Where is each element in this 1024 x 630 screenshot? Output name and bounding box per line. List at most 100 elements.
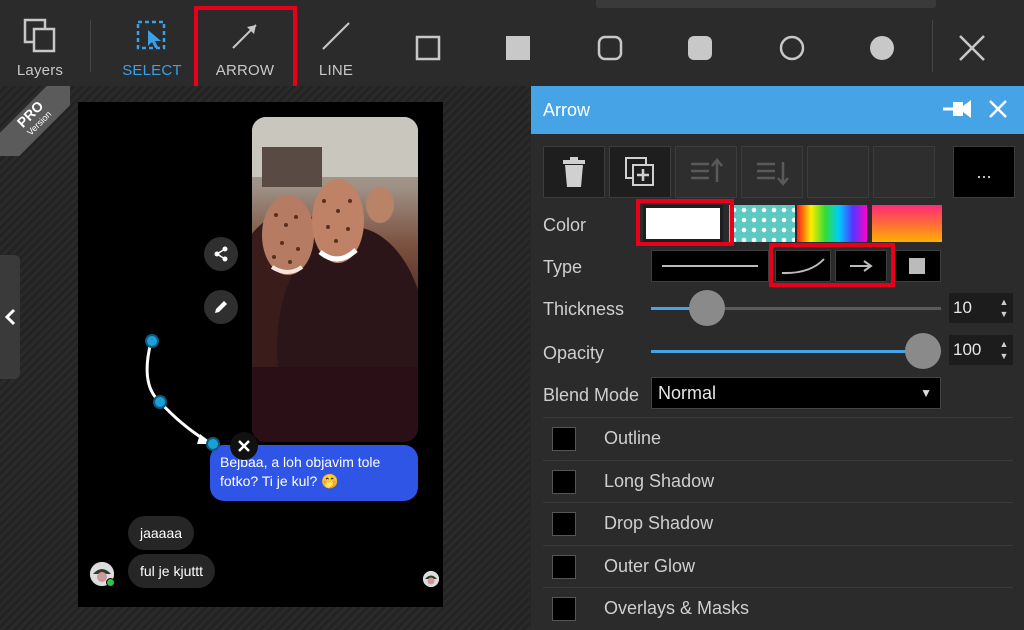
line-icon [316,16,356,56]
outer-glow-checkbox[interactable] [552,554,576,579]
edit-button[interactable] [204,290,238,324]
opacity-label: Opacity [543,343,605,363]
pro-version-badge: PRO Version [0,86,70,156]
spinner-icon[interactable]: ▲ ▼ [999,338,1009,362]
layers-icon [20,16,60,56]
bring-forward-button[interactable] [675,146,737,198]
line-tool[interactable]: LINE [310,0,362,86]
panel-close-button[interactable] [987,98,1009,125]
type-square-head[interactable] [893,250,941,282]
select-label: SELECT [122,62,182,79]
send-backward-button[interactable] [741,146,803,198]
circle-filled-tool[interactable] [860,0,904,86]
pro-badge-subtitle: Version [25,109,54,138]
circle-outline-tool[interactable] [770,0,814,86]
type-label: Type [543,257,583,277]
blend-mode-label: Blend Mode [543,385,640,405]
more-options-button[interactable]: ... [953,146,1015,198]
spinner-icon[interactable]: ▲ ▼ [999,296,1009,320]
duplicate-button[interactable] [609,146,671,198]
drop-shadow-checkbox[interactable] [552,511,576,536]
opacity-slider-handle[interactable] [905,333,941,369]
blend-mode-select[interactable]: Normal ▼ [651,377,941,409]
thickness-input[interactable]: 10 ▲ ▼ [949,293,1013,323]
option-overlays-masks[interactable]: Overlays & Masks [543,587,1013,629]
type-straight-line[interactable] [651,250,769,282]
option-drop-shadow[interactable]: Drop Shadow [543,502,1013,544]
bring-forward-icon [691,158,723,182]
close-icon [238,440,250,452]
opacity-fill [651,350,923,353]
chevron-down-icon: ▼ [920,386,932,400]
top-toolbar: Layers SELECT ARROW LINE [0,0,1024,97]
share-button[interactable] [204,237,238,271]
rounded-square-filled-tool[interactable] [678,0,722,86]
overlays-masks-checkbox[interactable] [552,596,576,621]
option-long-shadow[interactable]: Long Shadow [543,460,1013,502]
close-icon [989,100,1007,118]
arrow-curve-handle[interactable] [153,395,167,409]
opacity-input[interactable]: 100 ▲ ▼ [949,335,1013,365]
panel-title: Arrow [543,100,591,120]
close-tool-button[interactable] [950,0,994,86]
option-label: Overlays & Masks [604,598,750,618]
outline-checkbox[interactable] [552,426,576,451]
square-outline-icon [408,28,448,68]
online-status-dot [106,578,115,587]
option-outer-glow[interactable]: Outer Glow [543,545,1013,587]
option-label: Outer Glow [604,556,696,576]
circle-outline-icon [772,28,812,68]
layers-label: Layers [16,62,64,79]
type-highlight [769,243,895,287]
option-label: Outline [604,428,662,448]
arrow-properties-panel: Arrow ... Color Type Thickness 10 ▲ ▼ Op… [531,86,1024,630]
panel-header: Arrow [531,86,1024,134]
color-highlight [636,199,734,246]
send-backward-icon [757,162,789,186]
thickness-label: Thickness [543,299,625,319]
duplicate-icon [625,157,654,186]
toolbar-divider [90,20,91,72]
selfie-photo [252,117,418,442]
layers-tool[interactable]: Layers [14,0,66,86]
close-icon [952,28,992,68]
select-tool[interactable]: SELECT [120,0,184,86]
option-label: Drop Shadow [604,513,714,533]
trash-icon [563,157,585,187]
thickness-slider-handle[interactable] [689,290,726,326]
empty-action-slot [807,146,869,198]
blend-mode-value: Normal [658,383,717,403]
color-swatch-gradient[interactable] [872,205,942,242]
pencil-icon [215,301,227,313]
arrow-tool-highlight [194,6,297,97]
square-outline-tool[interactable] [406,0,450,86]
long-shadow-checkbox[interactable] [552,469,576,494]
rounded-square-outline-tool[interactable] [588,0,632,86]
sidebar-collapse-toggle[interactable] [0,255,20,379]
square-filled-icon [498,28,538,68]
line-label: LINE [318,62,354,79]
color-swatch-pattern[interactable] [729,205,795,242]
select-icon [132,16,172,56]
rounded-square-filled-icon [680,28,720,68]
seen-avatar [423,571,439,587]
opacity-value: 100 [953,340,982,359]
pin-icon [943,100,971,118]
app-window: Layers SELECT ARROW LINE PRO Version Bej… [0,0,1024,630]
thickness-value: 10 [953,298,972,317]
toolbar-divider [932,20,933,72]
chat-reply-2: ful je kjuttt [128,554,216,588]
color-swatch-rainbow[interactable] [797,205,867,242]
arrow-end-handle[interactable] [206,437,220,451]
arrow-start-handle[interactable] [145,334,159,348]
option-outline[interactable]: Outline [543,417,1013,459]
square-filled-tool[interactable] [496,0,540,86]
color-label: Color [543,215,587,235]
empty-action-slot [873,146,935,198]
option-label: Long Shadow [604,471,715,491]
delete-annotation-button[interactable] [230,432,258,460]
pin-button[interactable] [941,98,973,125]
chevron-left-icon [4,308,16,326]
delete-button[interactable] [543,146,605,198]
circle-filled-icon [862,28,902,68]
